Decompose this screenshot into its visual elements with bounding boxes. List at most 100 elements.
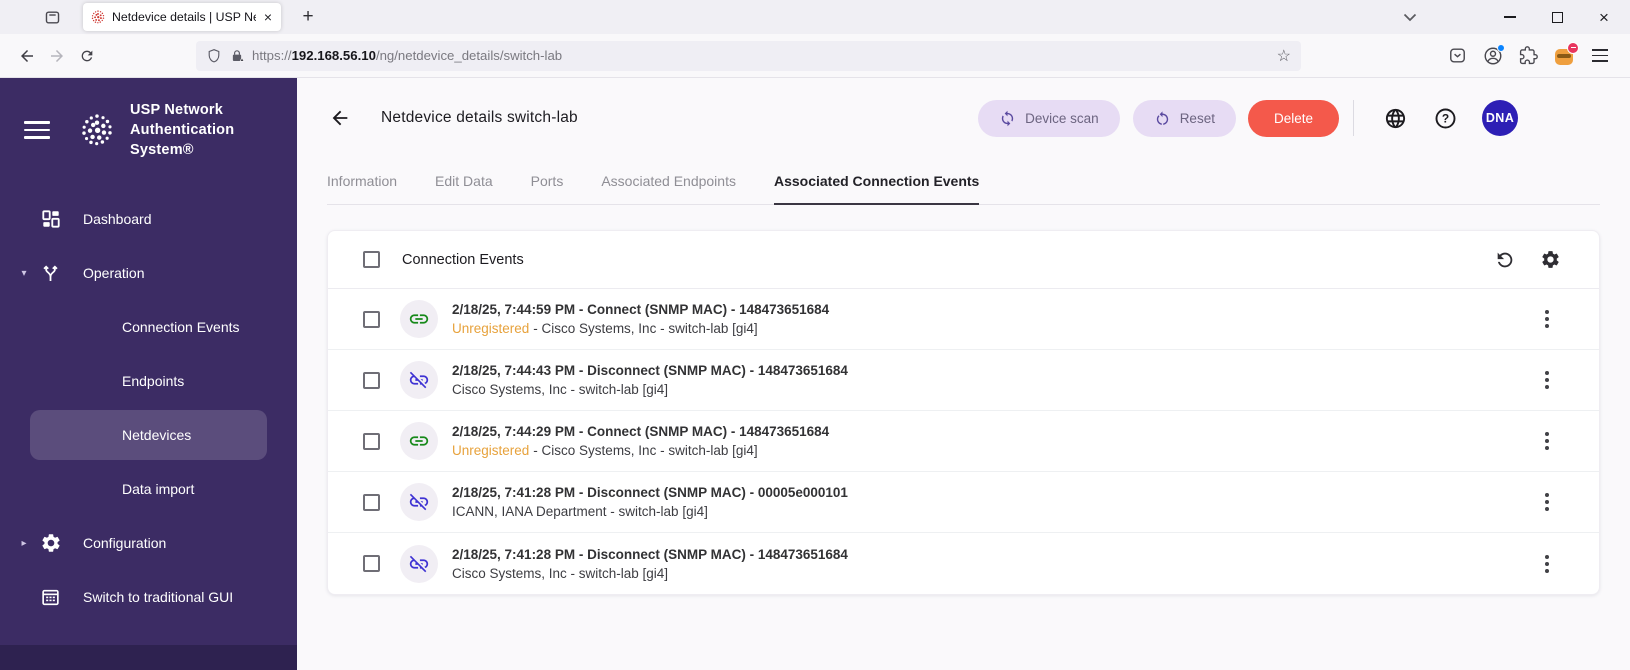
help-icon[interactable]: ? (1430, 103, 1460, 133)
user-avatar[interactable]: DNA (1482, 100, 1518, 136)
select-all-checkbox[interactable] (363, 251, 380, 268)
event-title: 2/18/25, 7:41:28 PM - Disconnect (SNMP M… (452, 546, 848, 562)
sidebar-item-label: Configuration (83, 535, 167, 551)
forward-icon[interactable] (42, 41, 72, 71)
page-header: Netdevice details switch-lab Device scan… (327, 99, 1600, 137)
sidebar: USP Network Authentication System® Dashb… (0, 78, 297, 670)
toolbar-icons (1448, 41, 1608, 67)
window-controls: × (1403, 3, 1620, 31)
back-icon[interactable] (12, 41, 42, 71)
chevron-down-icon[interactable]: ▾ (8, 268, 40, 279)
menu-icon[interactable] (1592, 48, 1608, 63)
row-checkbox[interactable] (363, 555, 380, 572)
connection-event-row: 2/18/25, 7:44:43 PM - Disconnect (SNMP M… (328, 350, 1599, 411)
disconnect-link-off-icon (400, 544, 438, 583)
row-menu-button[interactable] (1541, 428, 1553, 454)
header-actions: Device scan Reset Delete ? DNA (978, 99, 1518, 137)
tab-associated-endpoints[interactable]: Associated Endpoints (601, 173, 736, 204)
settings-gear-icon[interactable] (1540, 249, 1561, 270)
event-detail: Cisco Systems, Inc - switch-lab [gi4] (452, 565, 669, 581)
sidebar-item-label: Switch to traditional GUI (83, 589, 234, 605)
card-header: Connection Events (328, 231, 1599, 289)
sidebar-nav: Dashboard ▾ Operation Connection Events … (0, 192, 297, 624)
sidebar-item-netdevices[interactable]: Netdevices (30, 410, 267, 460)
row-menu-button[interactable] (1541, 551, 1553, 577)
reload-icon[interactable] (72, 41, 102, 71)
main-content: Netdevice details switch-lab Device scan… (297, 78, 1630, 670)
row-checkbox[interactable] (363, 432, 380, 450)
sidebar-menu-icon[interactable] (24, 121, 50, 139)
card-title: Connection Events (402, 251, 524, 268)
account-icon[interactable] (1483, 43, 1505, 66)
sidebar-item-connection-events[interactable]: Connection Events (0, 300, 297, 354)
sidebar-item-label: Dashboard (83, 211, 152, 227)
connection-event-row: 2/18/25, 7:44:59 PM - Connect (SNMP MAC)… (328, 289, 1599, 350)
sidebar-item-label: Operation (83, 265, 145, 281)
tab-title: Netdevice details | USP Network (112, 10, 256, 24)
event-title: 2/18/25, 7:44:59 PM - Connect (SNMP MAC)… (452, 302, 830, 317)
extensions-puzzle-icon[interactable] (1519, 46, 1538, 65)
row-checkbox[interactable] (363, 493, 380, 511)
event-title: 2/18/25, 7:41:28 PM - Disconnect (SNMP M… (452, 485, 848, 500)
row-checkbox[interactable] (363, 310, 380, 328)
disconnect-link-off-icon (400, 361, 438, 399)
tab-close-icon[interactable]: × (262, 10, 274, 24)
sidebar-item-operation[interactable]: ▾ Operation (0, 246, 297, 300)
sidebar-item-data-import[interactable]: Data import (0, 462, 297, 516)
chevron-right-icon[interactable]: ▸ (8, 538, 40, 549)
sync-icon (999, 110, 1016, 127)
refresh-icon[interactable] (1494, 249, 1516, 271)
site-favicon (91, 10, 105, 24)
connection-events-card: Connection Events 2/18/25, 7:44:59 PM - (327, 230, 1600, 595)
sidebar-item-endpoints[interactable]: Endpoints (0, 354, 297, 408)
maximize-button[interactable] (1541, 3, 1573, 31)
connection-event-row: 2/18/25, 7:41:28 PM - Disconnect (SNMP M… (328, 533, 1599, 594)
divider (1353, 100, 1354, 136)
row-checkbox[interactable] (363, 371, 380, 389)
back-arrow-button[interactable] (327, 105, 353, 131)
new-tab-button[interactable]: + (295, 4, 321, 30)
app-logo (82, 114, 112, 146)
sidebar-footer (0, 645, 297, 670)
reset-button[interactable]: Reset (1132, 99, 1236, 137)
event-detail: ICANN, IANA Department - switch-lab [gi4… (452, 504, 708, 519)
operation-branch-icon (40, 263, 64, 284)
svg-text:?: ? (1441, 111, 1448, 125)
url-bar[interactable]: https://192.168.56.10/ng/netdevice_detai… (196, 40, 1301, 71)
device-scan-button[interactable]: Device scan (978, 99, 1120, 137)
row-menu-button[interactable] (1541, 489, 1553, 515)
row-menu-button[interactable] (1541, 306, 1553, 332)
tab-information[interactable]: Information (327, 173, 397, 204)
bookmark-star-icon[interactable]: ☆ (1277, 46, 1291, 66)
tab-manager-icon[interactable] (44, 9, 61, 26)
account-sync-badge (1497, 43, 1505, 52)
dashboard-icon (40, 208, 64, 230)
sidebar-item-dashboard[interactable]: Dashboard (0, 192, 297, 246)
sidebar-item-configuration[interactable]: ▸ Configuration (0, 516, 297, 570)
delete-button[interactable]: Delete (1247, 99, 1339, 137)
pocket-icon[interactable] (1448, 46, 1467, 65)
connection-event-row: 2/18/25, 7:41:28 PM - Disconnect (SNMP M… (328, 472, 1599, 533)
browser-toolbar: https://192.168.56.10/ng/netdevice_detai… (0, 34, 1630, 78)
tab-ports[interactable]: Ports (531, 173, 564, 204)
url-text: https://192.168.56.10/ng/netdevice_detai… (252, 48, 563, 63)
sidebar-item-traditional-gui[interactable]: Switch to traditional GUI (0, 570, 297, 624)
restart-icon (1154, 110, 1171, 127)
event-status: Unregistered (452, 443, 530, 458)
browser-tab[interactable]: Netdevice details | USP Network × (83, 3, 281, 31)
row-menu-button[interactable] (1541, 367, 1553, 393)
tracking-shield-icon[interactable] (206, 48, 222, 64)
detail-tabs: Information Edit Data Ports Associated E… (327, 173, 1600, 205)
traditional-gui-icon (40, 587, 64, 608)
language-globe-icon[interactable] (1380, 103, 1410, 133)
list-all-tabs-icon[interactable] (1403, 13, 1417, 22)
tab-associated-connection-events[interactable]: Associated Connection Events (773, 173, 980, 205)
close-button[interactable]: × (1588, 3, 1620, 31)
minimize-button[interactable] (1494, 3, 1526, 31)
event-status: Unregistered (452, 321, 530, 336)
event-title: 2/18/25, 7:44:29 PM - Connect (SNMP MAC)… (452, 424, 830, 439)
adblock-extension-icon[interactable] (1554, 41, 1579, 67)
lock-warning-icon[interactable] (229, 48, 245, 64)
event-title: 2/18/25, 7:44:43 PM - Disconnect (SNMP M… (452, 363, 848, 378)
tab-edit-data[interactable]: Edit Data (435, 173, 493, 204)
